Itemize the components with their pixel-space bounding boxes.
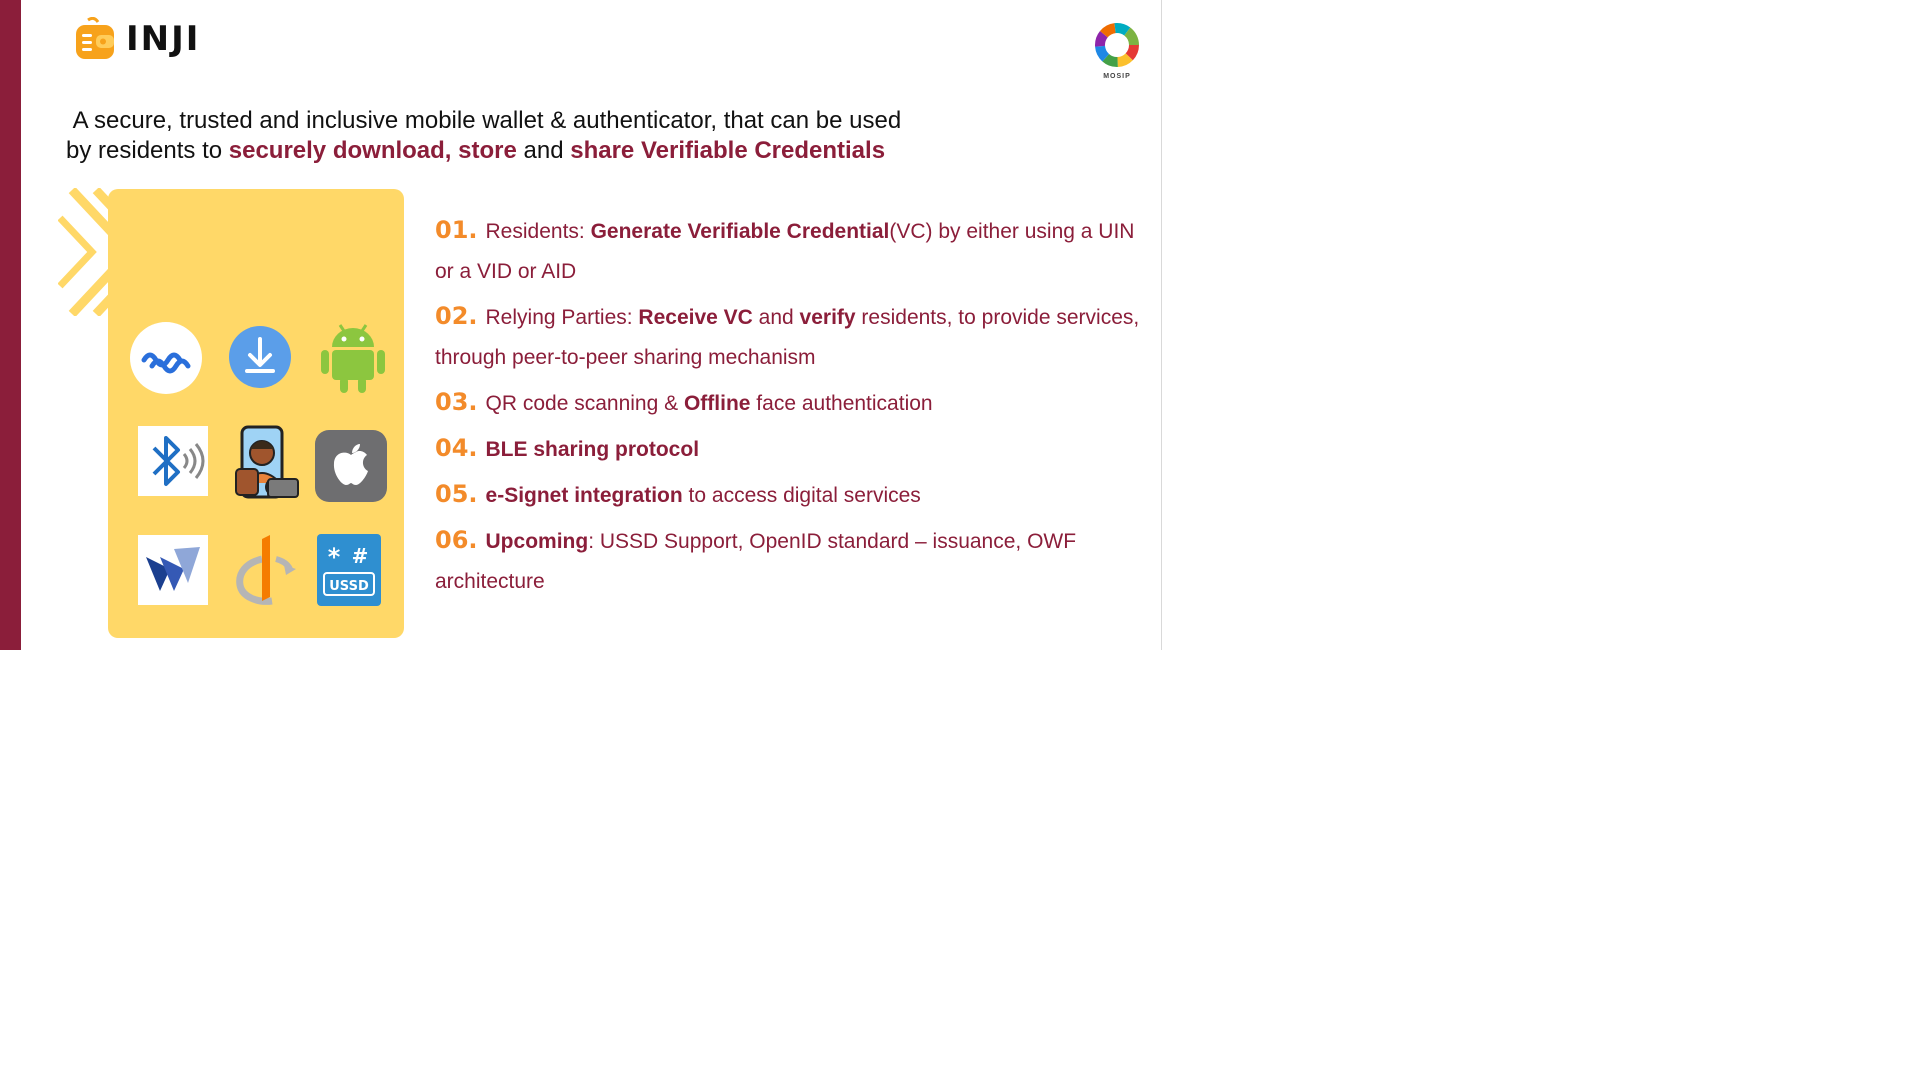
feature-text: face authentication — [750, 392, 933, 415]
feature-emphasis: Generate Verifiable Credential — [590, 220, 890, 243]
feature-number: 04. — [435, 434, 478, 462]
mosip-wordmark: MOSIP — [1103, 73, 1131, 80]
walt-icon — [138, 535, 208, 605]
tagline-line-2: by residents to securely download, store… — [66, 136, 1066, 166]
feature-emphasis: verify — [799, 306, 856, 329]
accent-side-bar — [0, 0, 21, 650]
feature-number: 06. — [435, 526, 478, 554]
android-icon — [318, 319, 388, 395]
feature-item-02: 02. Relying Parties: Receive VC and verif… — [435, 296, 1155, 378]
feature-text: and — [752, 306, 800, 329]
wave-app-icon — [128, 320, 204, 396]
tagline-and: and — [516, 137, 571, 164]
feature-item-03: 03. QR code scanning & Offline face authe… — [435, 382, 1155, 424]
tagline-line-1-text: A secure, trusted and inclusive mobile w… — [72, 107, 902, 134]
mosip-ring-icon — [1095, 23, 1139, 67]
tagline: A secure, trusted and inclusive mobile w… — [66, 106, 1066, 166]
feature-emphasis: BLE sharing protocol — [485, 438, 700, 461]
feature-number: 01. — [435, 216, 478, 244]
feature-number: 05. — [435, 480, 478, 508]
feature-emphasis: Receive VC — [638, 306, 753, 329]
feature-emphasis: Offline — [683, 392, 751, 415]
tagline-prefix: by residents to — [66, 137, 229, 164]
feature-item-04: 04. BLE sharing protocol — [435, 428, 1155, 470]
feature-text: Relying Parties: — [485, 306, 639, 329]
tagline-highlight-download: securely download, store — [228, 137, 517, 164]
feature-emphasis: Upcoming — [485, 530, 589, 553]
openid-icon — [228, 531, 304, 607]
slide-edge-divider — [1161, 0, 1162, 650]
feature-text: Residents: — [485, 220, 591, 243]
app-icons-card: * # USSD — [108, 189, 404, 638]
svg-text:*: * — [328, 543, 341, 571]
feature-text: to access digital services — [682, 484, 921, 507]
feature-text: QR code scanning & — [485, 392, 684, 415]
ussd-icon: * # USSD — [316, 531, 382, 607]
mosip-logo: MOSIP — [1090, 20, 1144, 80]
inji-logo: INJI — [74, 16, 200, 62]
feature-emphasis: e-Signet integration — [485, 484, 683, 507]
feature-number: 02. — [435, 302, 478, 330]
tagline-line-1: A secure, trusted and inclusive mobile w… — [66, 106, 1066, 136]
brand-name: INJI — [126, 19, 201, 59]
face-auth-icon — [228, 425, 300, 501]
feature-list: 01. Residents: Generate Verifiable Creden… — [435, 210, 1155, 606]
svg-text:USSD: USSD — [329, 579, 369, 594]
download-icon — [228, 325, 292, 389]
feature-item-01: 01. Residents: Generate Verifiable Creden… — [435, 210, 1155, 292]
feature-number: 03. — [435, 388, 478, 416]
svg-text:#: # — [352, 544, 369, 568]
wallet-icon — [76, 17, 114, 59]
tagline-highlight-share: share Verifiable Credentials — [570, 137, 886, 164]
apple-icon — [314, 429, 388, 503]
feature-item-06: 06. Upcoming: USSD Support, OpenID standa… — [435, 520, 1155, 602]
feature-item-05: 05. e-Signet integration to access digita… — [435, 474, 1155, 516]
bluetooth-icon — [138, 426, 208, 496]
